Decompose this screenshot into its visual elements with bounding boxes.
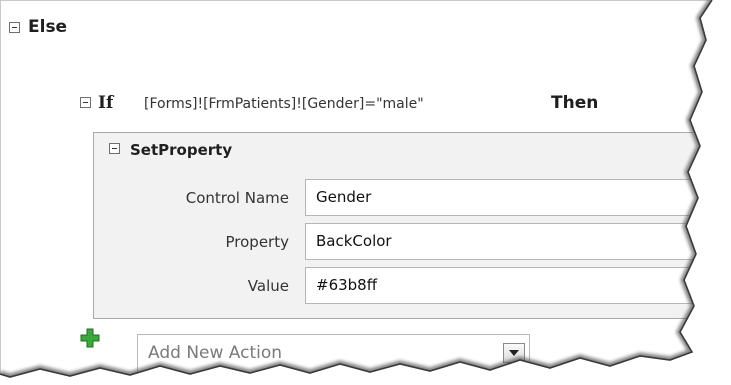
- macro-design-surface: Else If [Forms]![FrmPatients]![Gender]="…: [0, 0, 731, 385]
- collapse-action-icon[interactable]: [109, 143, 120, 154]
- property-field[interactable]: BackColor: [305, 223, 731, 260]
- control-name-field[interactable]: Gender: [305, 179, 731, 216]
- else-keyword: Else: [28, 17, 68, 37]
- collapse-else-icon[interactable]: [9, 22, 20, 33]
- value-field[interactable]: #63b8ff: [305, 267, 731, 304]
- add-new-action-placeholder: Add New Action: [148, 343, 283, 363]
- argument-label-property: Property: [225, 233, 289, 251]
- add-new-action-combo[interactable]: Add New Action: [137, 334, 530, 374]
- macro-designer-canvas: Else If [Forms]![FrmPatients]![Gender]="…: [0, 0, 731, 385]
- collapse-if-icon[interactable]: [80, 97, 91, 108]
- green-plus-icon[interactable]: [80, 328, 100, 348]
- chevron-down-icon[interactable]: [503, 343, 525, 363]
- argument-label-control-name: Control Name: [185, 189, 289, 207]
- argument-label-value: Value: [247, 277, 289, 295]
- action-title: SetProperty: [130, 141, 233, 159]
- if-keyword: If: [98, 93, 114, 113]
- then-keyword: Then: [551, 93, 599, 113]
- if-condition[interactable]: [Forms]![FrmPatients]![Gender]="male": [144, 96, 424, 112]
